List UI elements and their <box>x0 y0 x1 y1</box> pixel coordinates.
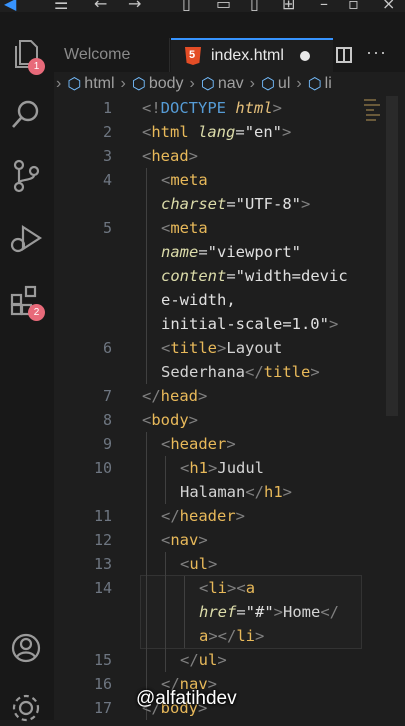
code-line-5-wrap-1: name="viewport" <box>161 243 301 261</box>
explorer-button[interactable]: 1 <box>8 36 45 75</box>
gear-icon <box>12 694 40 722</box>
line-number: 5 <box>102 219 112 237</box>
breadcrumb-label: li <box>324 75 332 92</box>
minimap[interactable] <box>364 96 384 136</box>
code-line-9: <header> <box>161 435 236 453</box>
code-line-5-wrap-2: content="width=devic <box>161 267 348 285</box>
code-line-8: <body> <box>142 411 199 429</box>
line-number: 11 <box>93 507 112 525</box>
line-number: 4 <box>102 171 112 189</box>
run-debug-icon <box>10 224 43 253</box>
line-number: 10 <box>93 459 112 477</box>
breadcrumb-label: ul <box>277 75 291 92</box>
code-line-14-wrap-2: a></li> <box>199 627 265 645</box>
breadcrumb-item-nav[interactable]: › ⬡ nav <box>190 74 244 94</box>
element-icon: ⬡ <box>200 76 215 93</box>
chevron-right-icon: › <box>120 75 126 92</box>
breadcrumb-item-body[interactable]: › ⬡ body <box>121 74 184 94</box>
line-number: 6 <box>102 339 112 357</box>
line-number: 1 <box>102 99 112 117</box>
element-icon: ⬡ <box>307 76 322 93</box>
line-number: 14 <box>93 579 112 597</box>
code-line-10-wrap: Halaman</h1> <box>180 483 293 501</box>
indent-guide <box>146 168 147 384</box>
chevron-right-icon: › <box>189 75 195 92</box>
code-line-14: <li><a <box>199 579 256 597</box>
line-number: 9 <box>102 435 112 453</box>
line-number: 2 <box>102 123 112 141</box>
element-icon: ⬡ <box>67 76 82 93</box>
extensions-button[interactable]: 2 <box>8 282 45 321</box>
watermark-text: @alfatihdev <box>136 688 237 709</box>
vertical-scrollbar[interactable] <box>386 96 398 416</box>
tab-index-html[interactable]: 5 index.html <box>171 38 333 72</box>
explorer-badge: 1 <box>28 58 45 75</box>
chevron-right-icon: › <box>56 75 62 92</box>
chevron-right-icon: › <box>296 75 302 92</box>
search-icon <box>12 100 39 128</box>
code-line-12: <nav> <box>161 531 208 549</box>
activity-bar: 1 2 <box>0 12 54 722</box>
manage-button[interactable] <box>8 690 44 726</box>
tab-index-html-label: index.html <box>211 47 284 64</box>
code-line-5-wrap-4: initial-scale=1.0"> <box>161 315 339 333</box>
code-line-10: <h1>Judul <box>180 459 265 477</box>
line-number: 8 <box>102 411 112 429</box>
tab-welcome-label: Welcome <box>64 46 131 63</box>
line-number: 12 <box>93 531 112 549</box>
breadcrumb-label: body <box>148 75 184 92</box>
extensions-badge: 2 <box>28 304 45 321</box>
code-line-15: </ul> <box>180 651 227 669</box>
code-line-7: </head> <box>142 387 208 405</box>
line-number: 16 <box>93 675 112 693</box>
code-line-6: <title>Layout <box>161 339 283 357</box>
line-number: 17 <box>93 699 112 717</box>
breadcrumb: › ⬡ html › ⬡ body › ⬡ nav › ⬡ ul › ⬡ li <box>54 72 405 96</box>
code-editor[interactable]: <!DOCTYPE html> <html lang="en"> <head> … <box>142 96 382 720</box>
breadcrumb-label: html <box>84 75 115 92</box>
more-actions-icon[interactable]: ··· <box>366 42 387 63</box>
accounts-button[interactable] <box>8 630 44 666</box>
indent-guide <box>184 576 185 648</box>
breadcrumb-item-ul[interactable]: › ⬡ ul <box>250 74 291 94</box>
line-number: 3 <box>102 147 112 165</box>
source-control-button[interactable] <box>8 158 44 194</box>
line-number-gutter: 1 2 3 4 5 6 7 8 9 10 11 12 13 14 15 16 1… <box>54 96 136 720</box>
title-bar: ◀ ☰ ← → ▯ ▭ ▯ ⊞ – ▫ × <box>0 0 405 13</box>
search-button[interactable] <box>8 96 44 132</box>
split-editor-icon[interactable] <box>336 47 352 63</box>
line-number: 15 <box>93 651 112 669</box>
editor-tab-bar: Welcome 5 index.html ··· <box>54 12 405 72</box>
code-line-13: <ul> <box>180 555 218 573</box>
source-control-icon <box>13 159 40 193</box>
html5-file-icon: 5 <box>185 47 201 65</box>
indent-guide <box>146 432 147 720</box>
breadcrumb-item-html[interactable]: › ⬡ html <box>56 74 115 94</box>
code-line-4: <meta <box>161 171 208 189</box>
code-line-1: <!DOCTYPE html> <box>142 99 283 117</box>
code-line-6-wrap: Sederhana</title> <box>161 363 320 381</box>
element-icon: ⬡ <box>131 76 146 93</box>
code-line-2: <html lang="en"> <box>142 123 292 141</box>
indent-guide <box>165 552 166 672</box>
account-icon <box>11 633 41 663</box>
unsaved-dot-icon[interactable] <box>299 51 310 61</box>
tab-welcome[interactable]: Welcome <box>54 38 170 72</box>
chevron-right-icon: › <box>249 75 255 92</box>
breadcrumb-label: nav <box>217 75 244 92</box>
breadcrumb-item-li[interactable]: › ⬡ li <box>296 74 331 94</box>
indent-guide <box>165 456 166 504</box>
code-line-11: </header> <box>161 507 246 525</box>
code-line-14-wrap-1: href="#">Home</ <box>199 603 340 621</box>
code-line-4-wrap: charset="UTF-8"> <box>161 195 311 213</box>
line-number: 7 <box>102 387 112 405</box>
code-line-5: <meta <box>161 219 208 237</box>
code-line-3: <head> <box>142 147 199 165</box>
code-line-5-wrap-3: e-width, <box>161 291 236 309</box>
element-icon: ⬡ <box>260 76 275 93</box>
run-debug-button[interactable] <box>8 220 44 256</box>
line-number: 13 <box>93 555 112 573</box>
